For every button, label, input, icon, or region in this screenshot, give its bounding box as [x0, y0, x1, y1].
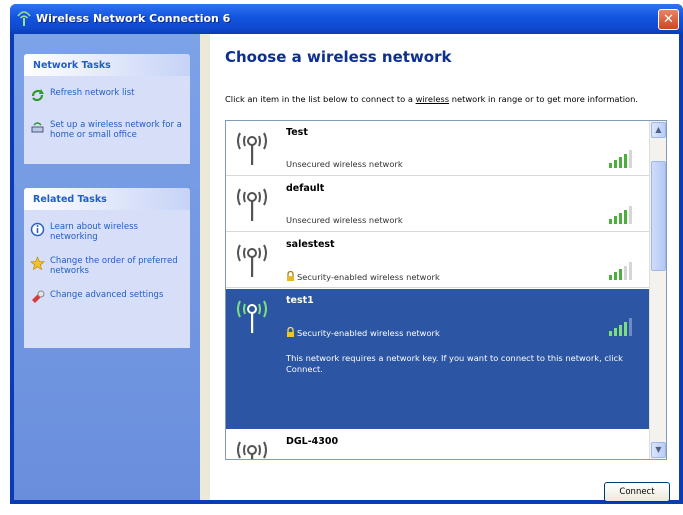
wireless-antenna-icon: [237, 188, 267, 221]
wireless-antenna-icon: [237, 300, 267, 333]
signal-strength-icon: [609, 318, 632, 336]
main-panel: Choose a wireless network Click an item …: [210, 34, 679, 502]
scroll-up-button[interactable]: ▲: [651, 122, 666, 138]
wireless-antenna-icon: [237, 441, 267, 459]
network-item-default[interactable]: default Unsecured wireless network: [226, 177, 650, 232]
set-up-wireless-network-link[interactable]: Set up a wireless network for a home or …: [24, 114, 190, 144]
network-name: DGL-4300: [286, 436, 339, 447]
network-tasks-header[interactable]: Network Tasks: [24, 54, 190, 76]
wireless-antenna-icon: [237, 132, 267, 165]
signal-strength-icon: [609, 262, 632, 280]
refresh-network-list-link[interactable]: Refresh network list: [24, 82, 190, 102]
wireless-icon: [17, 11, 31, 26]
window: Wireless Network Connection 6 ✕ Network …: [10, 4, 683, 504]
wireless-antenna-icon: [237, 244, 267, 277]
related-tasks-header[interactable]: Related Tasks: [24, 188, 190, 210]
signal-strength-icon: [609, 206, 632, 224]
change-advanced-settings-link[interactable]: Change advanced settings: [24, 284, 190, 304]
task-pane: Network Tasks Refresh network list Set u…: [14, 34, 200, 500]
setup-network-icon: [31, 122, 44, 133]
lock-icon: [287, 271, 294, 281]
network-key-message: This network requires a network key. If …: [286, 353, 623, 374]
close-button[interactable]: ✕: [658, 9, 679, 30]
network-item-test1[interactable]: test1 Security-enabled wireless network …: [226, 289, 650, 429]
signal-strength-icon: [609, 150, 632, 168]
change-order-preferred-label: Change the order of preferred networks: [50, 256, 178, 276]
network-status: Unsecured wireless network: [286, 215, 403, 225]
scroll-down-button[interactable]: ▼: [651, 442, 666, 458]
set-up-wireless-network-label: Set up a wireless network for a home or …: [50, 120, 182, 140]
learn-about-wireless-link[interactable]: Learn about wireless networking: [24, 216, 190, 246]
network-item-salestest[interactable]: salestest Security-enabled wireless netw…: [226, 233, 650, 288]
network-item-test[interactable]: Test Unsecured wireless network: [226, 121, 650, 176]
star-icon: [30, 256, 45, 271]
refresh-icon: [31, 89, 44, 102]
network-status: Unsecured wireless network: [286, 159, 403, 169]
network-name: test1: [286, 295, 314, 306]
window-title: Wireless Network Connection 6: [36, 12, 231, 25]
instructions-text: Click an item in the list below to conne…: [225, 94, 665, 104]
page-title: Choose a wireless network: [225, 48, 452, 66]
network-status-line: Security-enabled wireless network: [286, 327, 440, 338]
change-advanced-settings-label: Change advanced settings: [50, 290, 164, 300]
network-status: Security-enabled wireless network: [297, 328, 440, 338]
connect-button[interactable]: Connect: [604, 482, 670, 502]
close-icon: ✕: [663, 12, 674, 27]
list-scrollbar[interactable]: ▲ ▼: [649, 121, 666, 459]
instructions-prefix: Click an item in the list below to conne…: [225, 94, 416, 104]
learn-about-wireless-label: Learn about wireless networking: [50, 222, 138, 242]
network-status-line: Security-enabled wireless network: [286, 271, 440, 282]
title-bar[interactable]: Wireless Network Connection 6 ✕: [10, 4, 683, 34]
network-list[interactable]: Test Unsecured wireless network default …: [225, 120, 667, 460]
network-name: Test: [286, 127, 308, 138]
network-status: Security-enabled wireless network: [297, 272, 440, 282]
refresh-network-list-label: Refresh network list: [50, 88, 135, 98]
info-icon: [30, 222, 45, 237]
instructions-link-word: wireless: [415, 94, 450, 104]
network-tasks-panel: Network Tasks Refresh network list Set u…: [24, 54, 190, 164]
instructions-suffix: network in range or to get more informat…: [449, 94, 639, 104]
lock-icon: [287, 327, 294, 337]
scroll-thumb[interactable]: [651, 161, 666, 271]
network-item-dgl-4300[interactable]: DGL-4300: [226, 430, 650, 459]
change-order-preferred-link[interactable]: Change the order of preferred networks: [24, 250, 190, 280]
related-tasks-panel: Related Tasks Learn about wireless netwo…: [24, 188, 190, 348]
network-name: default: [286, 183, 325, 194]
settings-icon: [32, 290, 45, 303]
client-area: Network Tasks Refresh network list Set u…: [14, 34, 679, 502]
network-name: salestest: [286, 239, 335, 250]
